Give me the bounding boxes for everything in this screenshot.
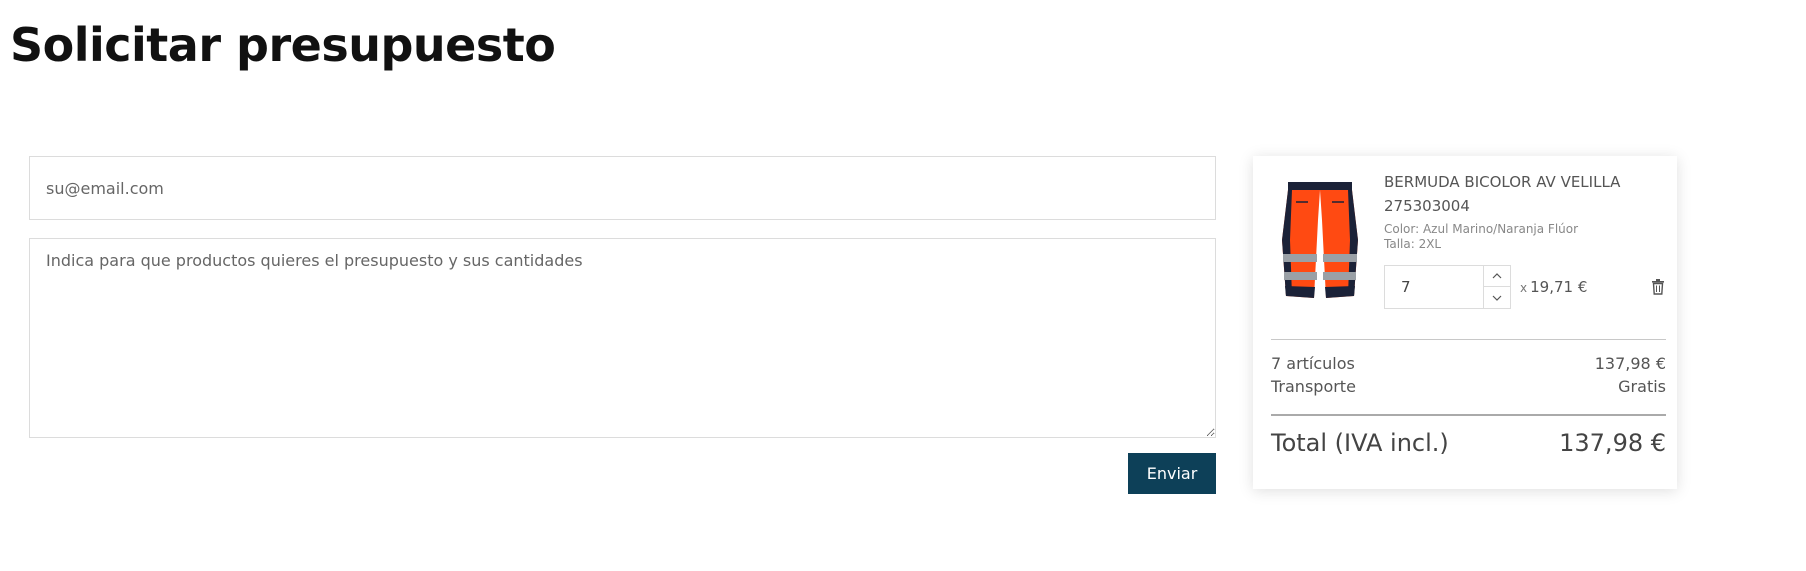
product-reflective-band-2 <box>1323 254 1357 262</box>
quantity-value[interactable]: 7 <box>1401 278 1411 296</box>
send-button[interactable]: Enviar <box>1128 453 1216 494</box>
product-waistband <box>1288 182 1352 190</box>
cart-summary-card: BERMUDA BICOLOR AV VELILLA 275303004 Col… <box>1253 156 1677 489</box>
total-label: Total (IVA incl.) <box>1271 429 1449 457</box>
product-color: Color: Azul Marino/Naranja Flúor <box>1384 222 1579 236</box>
quantity-stepper-controls <box>1483 266 1510 308</box>
product-right-hem <box>1325 286 1355 298</box>
product-left-hem <box>1285 286 1315 298</box>
articles-row: 7 artículos 137,98 € <box>1271 354 1666 373</box>
email-field[interactable] <box>29 156 1216 220</box>
product-reflective-band-3 <box>1284 272 1317 280</box>
trash-icon[interactable] <box>1651 279 1665 295</box>
product-reference: 275303004 <box>1384 197 1470 215</box>
product-image <box>1282 182 1358 298</box>
chevron-down-icon[interactable] <box>1484 287 1510 308</box>
shipping-row: Transporte Gratis <box>1271 377 1666 396</box>
shipping-value: Gratis <box>1618 377 1666 396</box>
product-reflective-band-4 <box>1323 272 1356 280</box>
product-reflective-band-1 <box>1283 254 1317 262</box>
unit-price-value: 19,71 € <box>1530 278 1588 296</box>
product-name: BERMUDA BICOLOR AV VELILLA <box>1384 173 1621 191</box>
articles-value: 137,98 € <box>1594 354 1666 373</box>
divider <box>1271 414 1666 416</box>
times-sign: x <box>1520 281 1528 295</box>
shipping-label: Transporte <box>1271 377 1356 396</box>
divider <box>1271 339 1666 340</box>
page-title: Solicitar presupuesto <box>10 18 556 72</box>
message-textarea[interactable] <box>29 238 1216 438</box>
product-size: Talla: 2XL <box>1384 237 1442 251</box>
articles-label: 7 artículos <box>1271 354 1355 373</box>
quantity-stepper[interactable]: 7 <box>1384 265 1511 309</box>
chevron-up-icon[interactable] <box>1484 266 1510 287</box>
unit-price: x 19,71 € <box>1520 278 1587 296</box>
total-value: 137,98 € <box>1559 429 1666 457</box>
total-row: Total (IVA incl.) 137,98 € <box>1271 429 1666 457</box>
